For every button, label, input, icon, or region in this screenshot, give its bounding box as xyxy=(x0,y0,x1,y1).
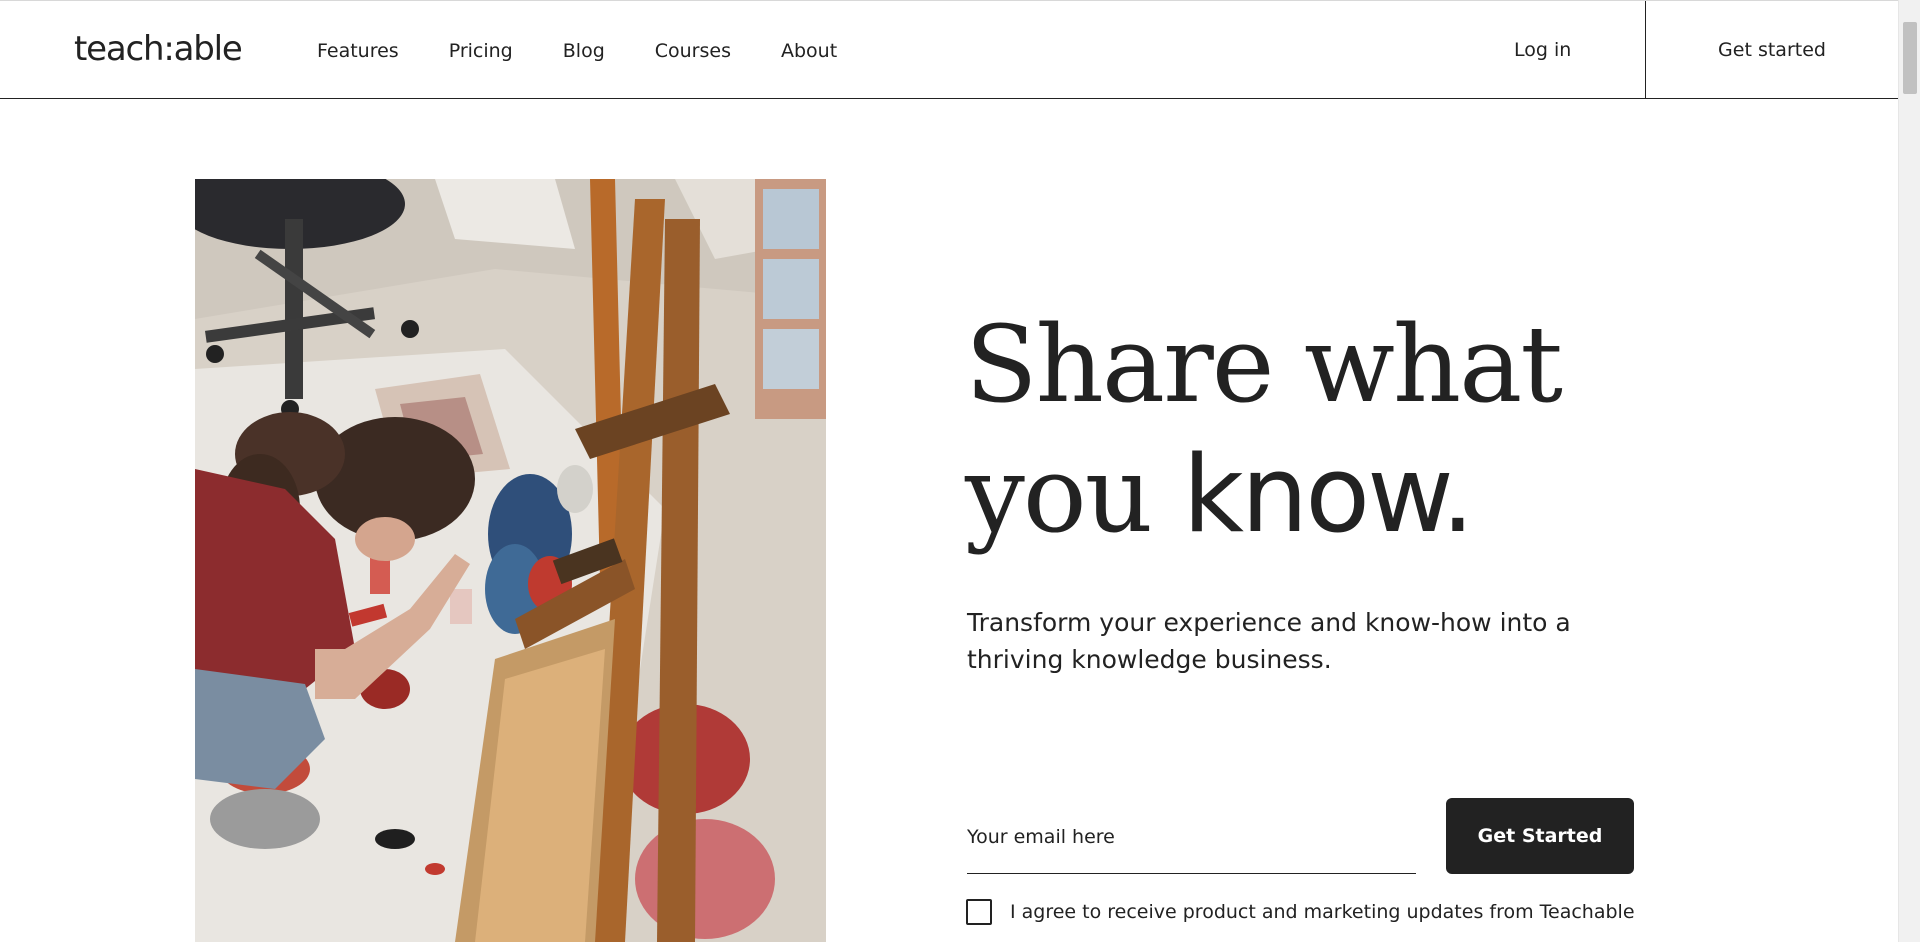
email-field[interactable] xyxy=(967,800,1416,874)
consent-label[interactable]: I agree to receive product and marketing… xyxy=(1010,901,1635,923)
hero-artist-painting-image xyxy=(195,179,826,942)
page-scrollbar[interactable] xyxy=(1898,0,1920,942)
page: teach:able Features Pricing Blog Courses… xyxy=(0,0,1920,942)
nav-pricing[interactable]: Pricing xyxy=(449,40,513,62)
hero-title-line-1: Share what xyxy=(965,303,1563,426)
hero-title-you: you xyxy=(965,433,1183,556)
get-started-nav-button[interactable]: Get started xyxy=(1646,1,1898,99)
scrollbar-thumb[interactable] xyxy=(1903,22,1917,94)
get-started-button[interactable]: Get Started xyxy=(1446,798,1634,874)
hero-title: Share what you know. xyxy=(965,300,1563,560)
hero-title-know: know. xyxy=(1182,433,1475,556)
hero-subtitle: Transform your experience and know-how i… xyxy=(967,608,1571,674)
teachable-logo[interactable]: teach:able xyxy=(74,29,243,69)
nav-about[interactable]: About xyxy=(781,40,837,62)
nav-features[interactable]: Features xyxy=(317,40,399,62)
consent-row: I agree to receive product and marketing… xyxy=(966,899,1635,925)
login-link[interactable]: Log in xyxy=(1514,1,1571,100)
nav-courses[interactable]: Courses xyxy=(655,40,731,62)
site-header: teach:able Features Pricing Blog Courses… xyxy=(0,0,1898,99)
nav-blog[interactable]: Blog xyxy=(563,40,605,62)
main-nav: Features Pricing Blog Courses About xyxy=(317,1,887,100)
consent-checkbox[interactable] xyxy=(966,899,992,925)
hero-title-line-2: you know. xyxy=(965,430,1561,560)
